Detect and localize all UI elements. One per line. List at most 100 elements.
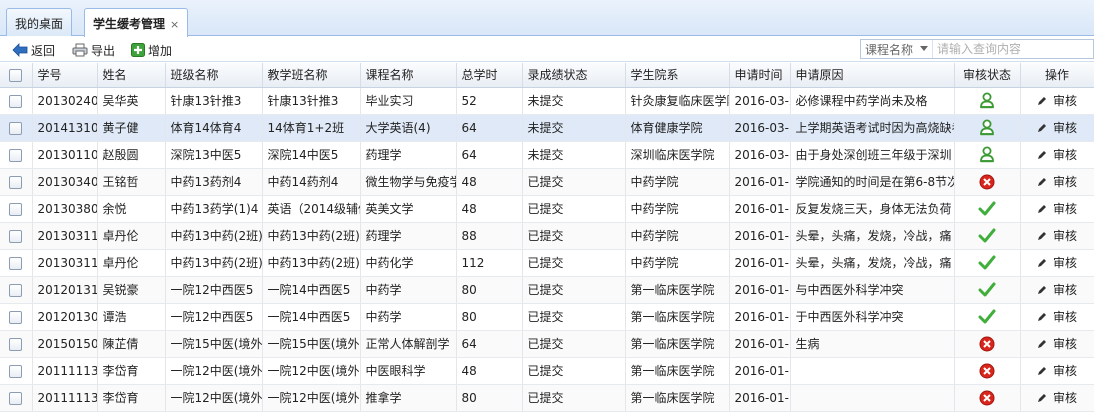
pencil-icon xyxy=(1037,366,1046,375)
review-button[interactable]: 审核 xyxy=(1037,146,1077,163)
cell-teaching-class: 一院14中西医5 xyxy=(262,276,361,304)
row-checkbox-cell[interactable] xyxy=(0,141,33,169)
cell-class: 中药13药剂4 xyxy=(165,168,263,196)
col-class[interactable]: 班级名称 xyxy=(165,63,263,88)
review-button[interactable]: 审核 xyxy=(1037,92,1077,109)
row-checkbox-cell[interactable] xyxy=(0,249,33,277)
cell-reason: 反复发烧三天，身体无法负荷 xyxy=(790,195,955,223)
checkbox[interactable] xyxy=(9,310,23,324)
tab-deferred-exam[interactable]: 学生缓考管理 × xyxy=(84,8,189,37)
checkbox[interactable] xyxy=(9,283,23,297)
review-button[interactable]: 审核 xyxy=(1037,227,1077,244)
pencil-icon xyxy=(1037,177,1046,186)
row-checkbox-cell[interactable] xyxy=(0,357,33,385)
col-department[interactable]: 学生院系 xyxy=(625,63,730,88)
row-checkbox-cell[interactable] xyxy=(0,195,33,223)
col-student-id[interactable]: 学号 xyxy=(32,63,98,88)
cell-actions: 审核 xyxy=(1020,168,1094,196)
cell-apply-time: 2016-01-13 xyxy=(729,276,791,304)
table-row[interactable]: 201303115卓丹伦中药13中药(2班)4中药13中药(2班)4中药化学11… xyxy=(0,249,1094,277)
col-review-status[interactable]: 审核状态 xyxy=(954,63,1021,88)
col-hours[interactable]: 总学时 xyxy=(456,63,523,88)
col-teaching-class[interactable]: 教学班名称 xyxy=(262,63,361,88)
row-checkbox-cell[interactable] xyxy=(0,168,33,196)
cell-actions: 审核 xyxy=(1020,357,1094,385)
checkbox[interactable] xyxy=(9,202,23,216)
row-checkbox-cell[interactable] xyxy=(0,330,33,358)
review-label: 审核 xyxy=(1052,283,1077,297)
cell-course: 英美文学 xyxy=(360,195,457,223)
checkbox[interactable] xyxy=(9,68,23,82)
add-button[interactable]: 增加 xyxy=(131,41,172,59)
table-row[interactable]: 201201311吴锐豪一院12中西医5一院14中西医5中药学80已提交第一临床… xyxy=(0,276,1094,304)
cell-actions: 审核 xyxy=(1020,195,1094,223)
review-button[interactable]: 审核 xyxy=(1037,119,1077,136)
close-icon[interactable]: × xyxy=(170,18,179,31)
cell-apply-time: 2016-01-13 xyxy=(729,303,791,331)
cell-hours: 80 xyxy=(456,276,523,304)
table-row[interactable]: 201413103黄子健体育14体育414体育1+2班大学英语(4)64未提交体… xyxy=(0,114,1094,142)
table-row[interactable]: 201111136李岱育一院12中医(境外)一院12中医(境外)推拿学80已提交… xyxy=(0,384,1094,412)
cell-apply-time: 2016-01-14 xyxy=(729,249,791,277)
review-button[interactable]: 审核 xyxy=(1037,200,1077,217)
search-field-select[interactable]: 课程名称 xyxy=(861,40,933,58)
export-button[interactable]: 导出 xyxy=(72,41,115,59)
col-grade-status[interactable]: 录成绩状态 xyxy=(522,63,626,88)
review-button[interactable]: 审核 xyxy=(1037,335,1077,352)
checkbox[interactable] xyxy=(9,391,23,405)
checkbox[interactable] xyxy=(9,121,23,135)
row-checkbox-cell[interactable] xyxy=(0,303,33,331)
review-button[interactable]: 审核 xyxy=(1037,173,1077,190)
review-label: 审核 xyxy=(1052,256,1077,270)
table-row[interactable]: 201301107赵殷圆深院13中医5深院14中医5药理学64未提交深圳临床医学… xyxy=(0,141,1094,169)
cell-reason: 头晕，头痛，发烧，冷战，痛 xyxy=(790,249,955,277)
search-input[interactable] xyxy=(933,41,1083,57)
review-button[interactable]: 审核 xyxy=(1037,308,1077,325)
checkbox[interactable] xyxy=(9,175,23,189)
table-row[interactable]: 201303405王铭哲中药13药剂4中药14药剂4微生物学与免疫学48已提交中… xyxy=(0,168,1094,196)
pending-user-icon xyxy=(980,146,994,163)
cell-class: 针康13针推3 xyxy=(165,87,263,115)
row-checkbox-cell[interactable] xyxy=(0,384,33,412)
checkbox[interactable] xyxy=(9,364,23,378)
row-checkbox-cell[interactable] xyxy=(0,276,33,304)
back-label: 返回 xyxy=(31,43,56,58)
row-checkbox-cell[interactable] xyxy=(0,114,33,142)
col-name[interactable]: 姓名 xyxy=(97,63,166,88)
table-row[interactable]: 201302406吴华英针康13针推3针康13针推3毕业实习52未提交针灸康复临… xyxy=(0,87,1094,115)
cell-name: 黄子健 xyxy=(97,114,166,142)
row-checkbox-cell[interactable] xyxy=(0,222,33,250)
checkbox[interactable] xyxy=(9,229,23,243)
row-checkbox-cell[interactable] xyxy=(0,87,33,115)
checkbox[interactable] xyxy=(9,256,23,270)
table-row[interactable]: 201111136李岱育一院12中医(境外)一院12中医(境外)中医眼科学48已… xyxy=(0,357,1094,385)
checkbox[interactable] xyxy=(9,148,23,162)
cell-name: 卓丹伦 xyxy=(97,222,166,250)
pencil-icon xyxy=(1037,393,1046,402)
review-button[interactable]: 审核 xyxy=(1037,281,1077,298)
tab-desktop[interactable]: 我的桌面 xyxy=(6,8,73,36)
col-apply-time[interactable]: 申请时间 xyxy=(729,63,791,88)
cell-class: 深院13中医5 xyxy=(165,141,263,169)
rejected-x-icon xyxy=(979,336,995,351)
cell-department: 体育健康学院 xyxy=(625,114,730,142)
review-button[interactable]: 审核 xyxy=(1037,362,1077,379)
col-course[interactable]: 课程名称 xyxy=(360,63,457,88)
pencil-icon xyxy=(1037,96,1046,105)
review-button[interactable]: 审核 xyxy=(1037,254,1077,271)
table-row[interactable]: 201303115卓丹伦中药13中药(2班)4中药13中药(2班)4药理学88已… xyxy=(0,222,1094,250)
cell-name: 余悦 xyxy=(97,195,166,223)
checkbox[interactable] xyxy=(9,94,23,108)
cell-grade-status: 未提交 xyxy=(522,141,626,169)
select-all-checkbox[interactable] xyxy=(0,63,33,88)
checkbox[interactable] xyxy=(9,337,23,351)
table-row[interactable]: 201303806余悦中药13药学(1)4英语（2014级辅修）英美文学48已提… xyxy=(0,195,1094,223)
pending-user-icon xyxy=(980,119,994,136)
table-row[interactable]: 201201309谭浩一院12中西医5一院14中西医5中药学80已提交第一临床医… xyxy=(0,303,1094,331)
review-button[interactable]: 审核 xyxy=(1037,389,1077,406)
table-row[interactable]: 201501500陳芷倩一院15中医(境外)一院15中医(境外)正常人体解剖学6… xyxy=(0,330,1094,358)
cell-hours: 88 xyxy=(456,222,523,250)
col-reason[interactable]: 申请原因 xyxy=(790,63,955,88)
cell-reason: 与中西医外科学冲突 xyxy=(790,276,955,304)
back-button[interactable]: 返回 xyxy=(12,41,55,59)
